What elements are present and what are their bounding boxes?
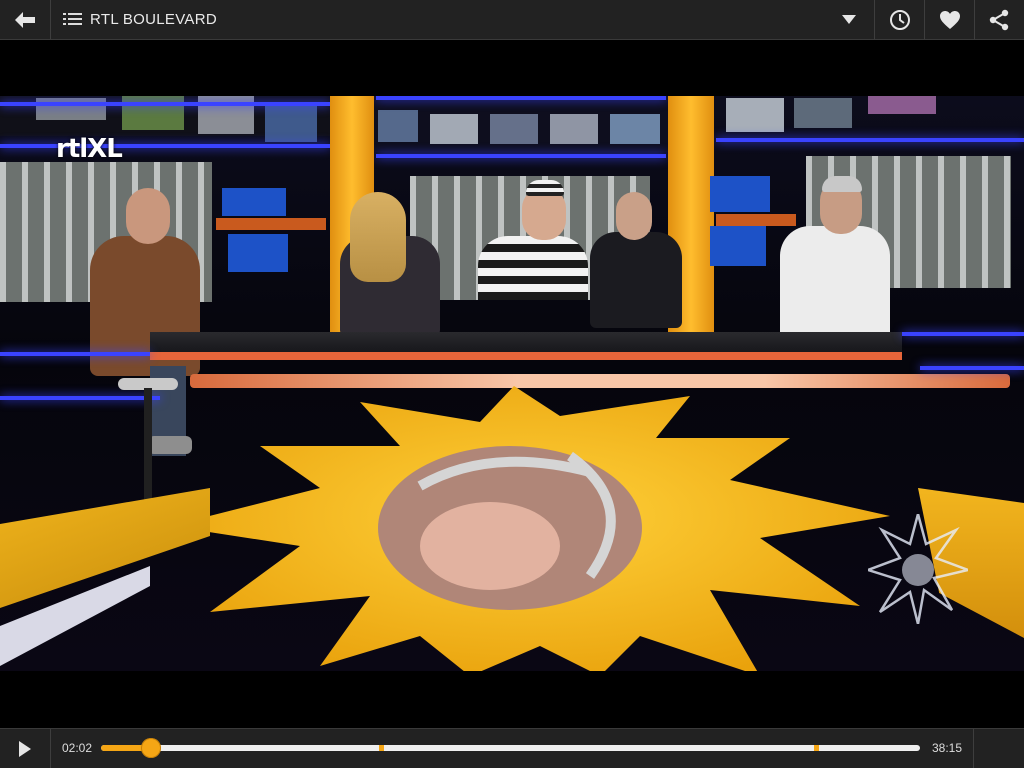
heart-icon xyxy=(940,10,960,29)
studio-floor-star xyxy=(170,386,890,671)
watermark-sun-icon xyxy=(868,514,968,624)
clock-icon xyxy=(890,9,910,30)
menu-list-icon[interactable] xyxy=(63,13,82,26)
current-time: 02:02 xyxy=(62,741,93,755)
page-title[interactable]: RTL BOULEVARD xyxy=(90,11,217,28)
chapter-marker xyxy=(813,745,819,751)
favorite-button[interactable] xyxy=(925,0,975,39)
total-time: 38:15 xyxy=(932,741,963,755)
play-button[interactable] xyxy=(0,729,50,768)
chevron-down-icon xyxy=(842,15,856,24)
play-icon xyxy=(19,740,31,757)
progress-bar[interactable] xyxy=(101,738,920,758)
channel-logo-text: rtlXL xyxy=(56,134,123,164)
top-bar: RTL BOULEVARD xyxy=(0,0,1024,40)
dropdown-button[interactable] xyxy=(824,0,874,39)
share-button[interactable] xyxy=(974,0,1024,39)
video-player[interactable]: rtlXL xyxy=(0,96,1024,671)
back-arrow-icon xyxy=(15,11,35,28)
channel-logo: rtlXL xyxy=(56,134,123,164)
watch-later-button[interactable] xyxy=(875,0,925,39)
progress-handle[interactable] xyxy=(140,738,161,758)
share-icon xyxy=(989,9,1009,30)
chapter-marker xyxy=(379,745,385,751)
back-button[interactable] xyxy=(0,0,50,39)
